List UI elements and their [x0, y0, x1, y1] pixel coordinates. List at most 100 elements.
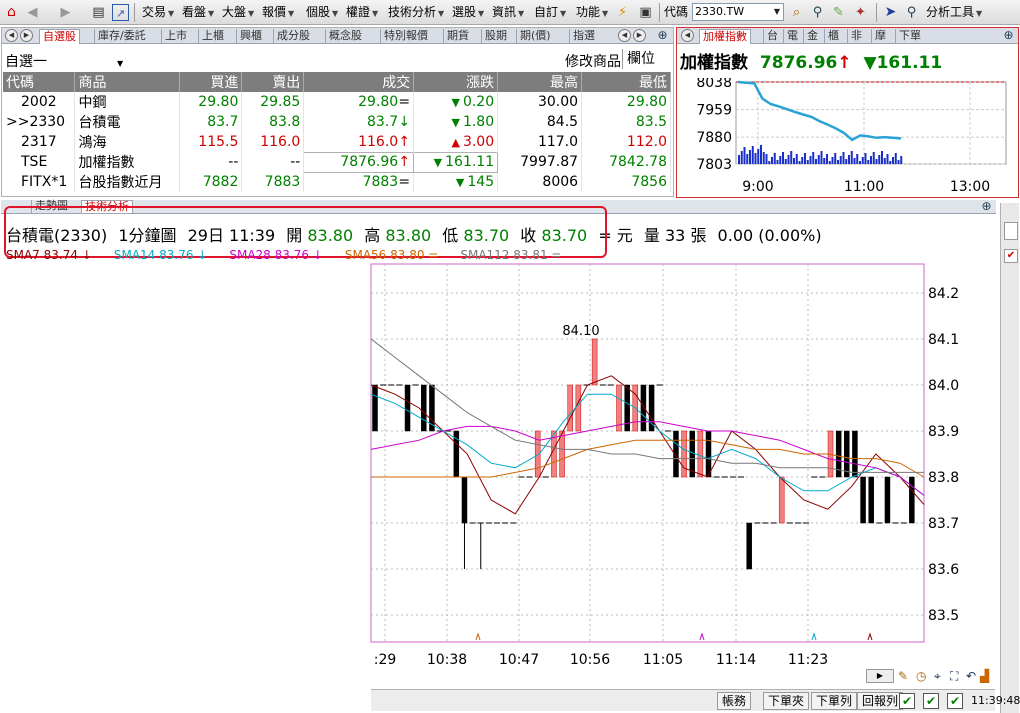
menu-1[interactable]: 看盤 ▼ — [182, 5, 214, 21]
tab-watchlist-9[interactable]: 股期 — [481, 29, 510, 44]
row-code: 2317 — [3, 132, 76, 152]
row-last-mark: ↑ — [398, 154, 411, 170]
tab-watchlist-11[interactable]: 指選 — [569, 29, 598, 44]
field-settings-button[interactable]: 欄位 — [622, 49, 670, 69]
index-volume-bar — [886, 154, 889, 164]
lightning-icon[interactable]: ⚡ — [614, 4, 631, 21]
tab-index-1[interactable]: 台 — [763, 29, 781, 44]
tab-scroll-left-icon[interactable]: ◀ — [5, 29, 18, 42]
forward-icon[interactable]: ▶ — [57, 4, 74, 21]
home-icon[interactable]: ⌂ — [3, 4, 20, 21]
side-check-icon[interactable]: ✔ — [1004, 249, 1018, 263]
menu-6[interactable]: 技術分析 ▼ — [388, 5, 444, 21]
clock-time: 11:39:48 — [971, 694, 1020, 707]
status-button-2[interactable]: 下單列 — [811, 692, 858, 710]
tab-watchlist-7[interactable]: 特別報價 — [380, 29, 431, 44]
table-row[interactable]: 2317 鴻海 115.5 116.0 116.0↑ ▲ 3.00 117.0 112.0 — [3, 132, 671, 152]
status-check-1-icon[interactable]: ✔ — [899, 693, 915, 709]
scroll-right-icon[interactable]: ▶ — [866, 669, 894, 683]
table-row[interactable]: 2002 中鋼 29.80 29.85 29.80= ▼ 0.20 30.00 29.80 — [3, 92, 671, 112]
fit-icon[interactable]: ⛶ — [950, 669, 958, 684]
menu-8[interactable]: 資訊 ▼ — [492, 5, 524, 21]
menu-0[interactable]: 交易 ▼ — [142, 5, 174, 21]
tab-watchlist-2[interactable]: 上市 — [161, 29, 190, 44]
status-button-3[interactable]: 回報列 — [857, 692, 904, 710]
column-header[interactable]: 漲跌 — [413, 72, 499, 92]
tab-scroll-right-icon[interactable]: ▶ — [20, 29, 33, 42]
clock-icon[interactable]: ◷ — [916, 669, 926, 683]
row-change: ▼ 1.80 — [413, 112, 499, 132]
index-volume-bar — [861, 157, 864, 164]
tab-index-7[interactable]: 下單 — [895, 29, 924, 44]
indicator-icon[interactable]: ▟ — [980, 669, 989, 683]
tab-watchlist-0[interactable]: 自選股 — [39, 29, 80, 44]
undo-icon[interactable]: ↶ — [966, 669, 976, 683]
status-check-3-icon[interactable]: ✔ — [947, 693, 963, 709]
column-header[interactable]: 代碼 — [3, 72, 76, 92]
code-dropdown-icon[interactable]: ▼ — [771, 4, 783, 20]
column-header[interactable]: 最低 — [581, 72, 671, 92]
column-header[interactable]: 商品 — [74, 72, 181, 92]
column-header[interactable]: 最高 — [497, 72, 583, 92]
tab-index-6[interactable]: 摩 — [871, 29, 889, 44]
table-row[interactable]: TSE 加權指數 -- -- 7876.96↑ ▼ 161.11 7997.87 7842.78 — [3, 151, 671, 173]
menu-4[interactable]: 個股 ▼ — [306, 5, 338, 21]
print-icon[interactable]: ▤ — [90, 4, 107, 21]
triangle-down-icon: ▼ — [433, 156, 443, 169]
tab-index-3[interactable]: 金 — [803, 29, 821, 44]
tab-watchlist-1[interactable]: 庫存/委託 — [94, 29, 149, 44]
analysis-search-icon[interactable]: ⚲ — [903, 4, 920, 21]
menu-5[interactable]: 權證 ▼ — [346, 5, 378, 21]
tab-next-icon[interactable]: ▶ — [633, 29, 646, 42]
tab-prev-icon[interactable]: ◀ — [618, 29, 631, 42]
row-name: 台積電 — [74, 112, 181, 132]
row-name: 台股指數近月 — [74, 172, 181, 192]
status-button-1[interactable]: 下單夾 — [763, 692, 810, 710]
tab-watchlist-4[interactable]: 興櫃 — [236, 29, 265, 44]
crosshair-icon[interactable]: ⌖ — [934, 669, 941, 684]
notepad-icon[interactable]: ▣ — [637, 4, 654, 21]
zoom-icon[interactable]: ⊕ — [1002, 29, 1015, 42]
zoom-icon[interactable]: ⊕ — [656, 29, 669, 42]
zoom-icon[interactable]: ⊕ — [980, 200, 993, 213]
menu-9[interactable]: 自訂 ▼ — [534, 5, 566, 21]
edit-items-button[interactable]: 修改商品 — [565, 51, 621, 71]
cursor-icon[interactable]: ➤ — [882, 4, 899, 21]
row-code: 2002 — [3, 92, 76, 112]
status-button-0[interactable]: 帳務 — [717, 692, 752, 710]
tab-watchlist-3[interactable]: 上櫃 — [198, 29, 227, 44]
index-volume-bar — [875, 159, 878, 164]
menu-10[interactable]: 功能 ▼ — [576, 5, 608, 21]
binoculars-icon[interactable]: ⌕ — [788, 4, 805, 21]
index-x-tick: 9:00 — [742, 179, 773, 195]
draw-tool-icon[interactable]: ✎ — [898, 669, 908, 683]
table-row[interactable]: >>2330 台積電 83.7 83.8 83.7↓ ▼ 1.80 84.5 83.5 — [3, 112, 671, 132]
side-tab-button[interactable] — [1004, 222, 1018, 240]
analysis-tools-menu[interactable]: 分析工具 ▼ — [926, 5, 982, 21]
alert-icon[interactable]: ✦ — [852, 4, 869, 21]
search-icon[interactable]: ⚲ — [809, 4, 826, 21]
menu-2[interactable]: 大盤 ▼ — [222, 5, 254, 21]
menu-3[interactable]: 報價 ▼ — [262, 5, 294, 21]
tab-watchlist-5[interactable]: 成分股 — [273, 29, 313, 44]
tab-watchlist-6[interactable]: 概念股 — [325, 29, 365, 44]
tab-index-5[interactable]: 非 — [847, 29, 865, 44]
status-check-2-icon[interactable]: ✔ — [923, 693, 939, 709]
tab-index-2[interactable]: 電 — [783, 29, 801, 44]
column-header[interactable]: 買進 — [179, 72, 243, 92]
candle-down — [746, 522, 752, 570]
watchlist-group-select[interactable]: 自選一 ▼ — [5, 51, 123, 71]
tab-index-4[interactable]: 櫃 — [824, 29, 842, 44]
column-header[interactable]: 賣出 — [241, 72, 305, 92]
table-row[interactable]: FITX*1 台股指數近月 7882 7883 7883= ▼ 145 8006 7856 — [3, 172, 671, 192]
news-icon[interactable]: ✎ — [830, 4, 847, 21]
tab-watchlist-8[interactable]: 期貨 — [443, 29, 472, 44]
tab-index-0[interactable]: 加權指數 — [699, 29, 751, 44]
column-header[interactable]: 成交 — [303, 72, 415, 92]
tab-watchlist-10[interactable]: 期(價) — [516, 29, 554, 44]
menu-label: 大盤 — [222, 5, 247, 19]
popout-icon[interactable]: ↗ — [112, 4, 129, 21]
back-icon[interactable]: ◀ — [24, 4, 41, 21]
tab-scroll-left-icon[interactable]: ◀ — [681, 29, 694, 42]
menu-7[interactable]: 選股 ▼ — [452, 5, 484, 21]
